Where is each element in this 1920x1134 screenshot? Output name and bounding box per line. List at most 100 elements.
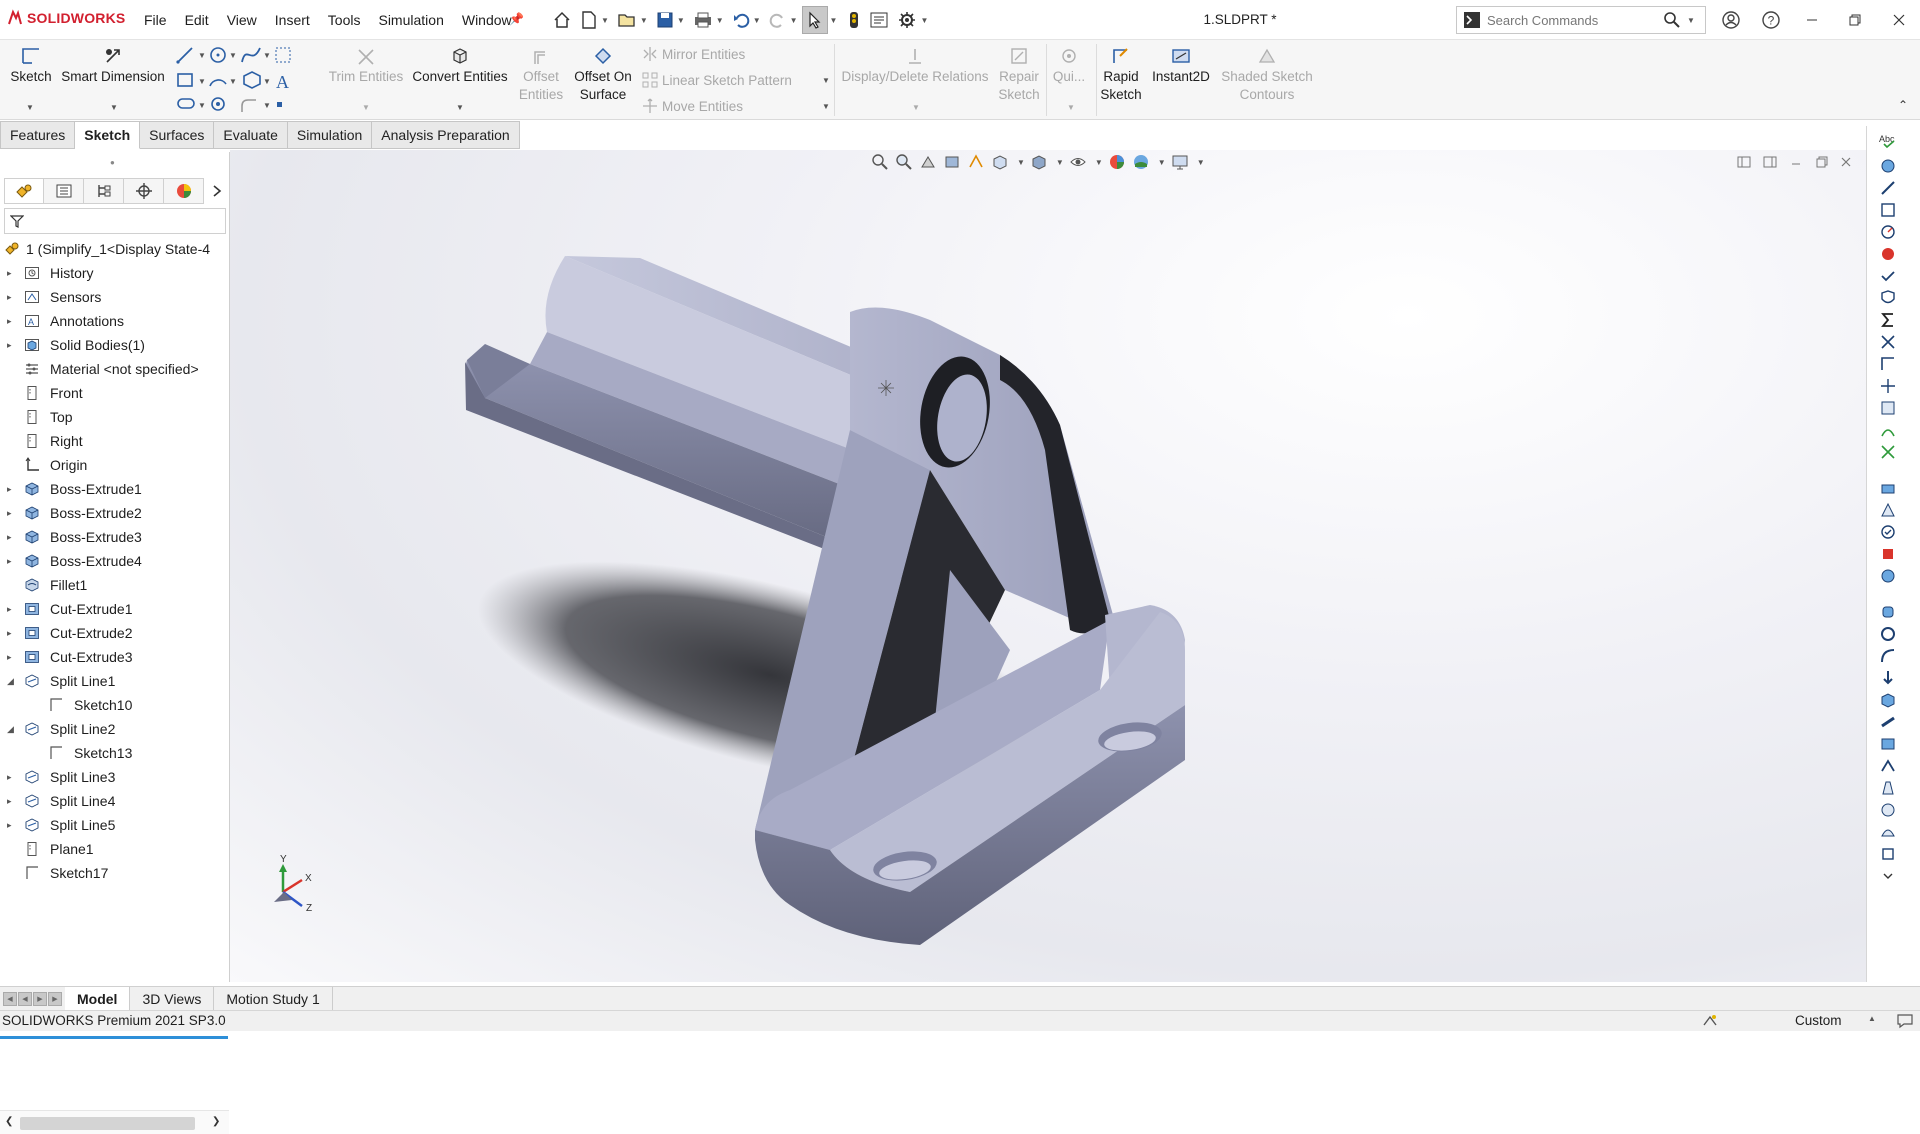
spell-check-icon[interactable]: Abc (1877, 130, 1899, 150)
instant2d-tool[interactable]: Instant2D (1146, 44, 1216, 86)
tree-collapsed-icon[interactable]: ▸ (7, 627, 15, 639)
convert-entities-caret[interactable]: ▼ (456, 103, 464, 112)
quick-snaps-tool[interactable]: Qui... (1050, 44, 1088, 86)
scroll-right-icon[interactable]: ❯ (212, 1116, 220, 1127)
search-commands-input[interactable] (1487, 12, 1663, 28)
tree-horizontal-scrollbar[interactable]: ❮ ❯ (0, 1110, 229, 1134)
tool-mate-icon[interactable] (1877, 332, 1899, 352)
tree-node[interactable]: Sketch10 (0, 693, 229, 717)
rapid-sketch-tool[interactable]: Rapid Sketch (1100, 44, 1142, 104)
tree-node[interactable]: ▸ Boss-Extrude4 (0, 549, 229, 573)
trim-entities-caret[interactable]: ▼ (362, 103, 370, 112)
smart-dimension-caret[interactable]: ▼ (110, 103, 118, 112)
smart-dimension-tool[interactable]: Smart Dimension (58, 44, 168, 86)
tree-collapsed-icon[interactable]: ▸ (7, 315, 15, 327)
tab-simulation[interactable]: Simulation (287, 121, 373, 149)
dimxpert-manager-tab[interactable] (124, 178, 164, 204)
tool-intersect-icon[interactable] (1877, 844, 1899, 864)
offset-entities-tool[interactable]: Offset Entities (516, 44, 566, 104)
tree-collapsed-icon[interactable]: ▸ (7, 267, 15, 279)
tree-collapsed-icon[interactable]: ▸ (7, 555, 15, 567)
select-button[interactable] (801, 6, 828, 34)
tree-node[interactable]: Right (0, 429, 229, 453)
tool-dome-icon[interactable] (1877, 822, 1899, 842)
search-icon[interactable] (1663, 11, 1681, 29)
tree-collapsed-icon[interactable]: ▸ (7, 531, 15, 543)
tool-check-icon[interactable] (1877, 266, 1899, 286)
menu-simulation[interactable]: Simulation (369, 12, 452, 28)
sum-icon[interactable] (1877, 310, 1899, 330)
tree-node[interactable]: Plane1 (0, 837, 229, 861)
task-pane-scroll-down-icon[interactable] (1877, 866, 1899, 886)
tool-verify-icon[interactable] (1877, 522, 1899, 542)
tree-expanded-icon[interactable]: ◢ (7, 723, 15, 735)
tool-color-icon[interactable] (1877, 244, 1899, 264)
convert-entities-tool[interactable]: Convert Entities (410, 44, 510, 86)
save-button[interactable]: ▼ (652, 6, 689, 34)
menu-edit[interactable]: Edit (176, 12, 218, 28)
tab-sketch[interactable]: Sketch (75, 121, 141, 149)
tool-relations-icon[interactable] (1877, 200, 1899, 220)
tree-collapsed-icon[interactable]: ▸ (7, 339, 15, 351)
linear-pattern-caret[interactable]: ▼ (822, 76, 830, 85)
tool-sketch-icon[interactable] (1877, 156, 1899, 176)
undo-button[interactable]: ▼ (728, 6, 765, 34)
menu-view[interactable]: View (218, 12, 266, 28)
tree-node[interactable]: Material <not specified> (0, 357, 229, 381)
new-document-button[interactable]: ▼ (576, 6, 613, 34)
tool-shell-icon[interactable] (1877, 690, 1899, 710)
select-options-caret[interactable]: ▼ (830, 16, 838, 25)
sketch-options-caret[interactable]: ▼ (26, 103, 34, 112)
tab-features[interactable]: Features (0, 121, 76, 149)
tool-sensor-icon[interactable] (1877, 222, 1899, 242)
linear-sketch-pattern-tool[interactable]: Linear Sketch Pattern (642, 72, 792, 88)
relations-caret[interactable]: ▼ (912, 103, 920, 112)
tool-assembly-icon[interactable] (1877, 478, 1899, 498)
tool-red-box-icon[interactable] (1877, 544, 1899, 564)
tree-node[interactable]: Fillet1 (0, 573, 229, 597)
menu-insert[interactable]: Insert (266, 12, 319, 28)
tree-node[interactable]: ▸ Cut-Extrude2 (0, 621, 229, 645)
tool-axis-icon[interactable] (1877, 376, 1899, 396)
tool-draft-icon[interactable] (1877, 778, 1899, 798)
tree-node[interactable]: ▸ Boss-Extrude3 (0, 525, 229, 549)
unit-system-label[interactable]: Custom (1795, 1013, 1842, 1028)
comments-icon[interactable] (1896, 1013, 1914, 1029)
move-entities-caret[interactable]: ▼ (822, 102, 830, 111)
previous-tab-button[interactable]: ◀ (18, 991, 32, 1006)
open-button[interactable]: ▼ (613, 6, 652, 34)
restore-button[interactable] (1840, 6, 1870, 34)
search-commands-box[interactable]: ▼ (1456, 6, 1706, 34)
tree-node[interactable]: ▸ Sensors (0, 285, 229, 309)
tool-measure-icon[interactable] (1877, 354, 1899, 374)
menu-file[interactable]: File (135, 12, 176, 28)
menu-tools[interactable]: Tools (319, 12, 370, 28)
tab-motion-study-1[interactable]: Motion Study 1 (214, 987, 333, 1010)
file-properties-button[interactable] (865, 6, 893, 34)
tool-extrude-icon[interactable] (1877, 668, 1899, 688)
tool-cylinder-icon[interactable] (1877, 602, 1899, 622)
tree-node[interactable]: 1 (Simplify_1<Display State-4 (0, 237, 229, 261)
tool-loft-icon[interactable] (1877, 756, 1899, 776)
property-manager-tab[interactable] (44, 178, 84, 204)
tree-node[interactable]: ▸ Cut-Extrude1 (0, 597, 229, 621)
tree-node[interactable]: ▸ Cut-Extrude3 (0, 645, 229, 669)
options-button[interactable]: ▼ (893, 6, 932, 34)
solidworks-logo[interactable]: SOLIDWORKS (6, 9, 125, 27)
tab-surfaces[interactable]: Surfaces (140, 121, 215, 149)
tree-collapsed-icon[interactable]: ▸ (7, 819, 15, 831)
rollback-bar[interactable] (0, 1036, 228, 1039)
pin-menu-icon[interactable]: 📌 (509, 12, 524, 26)
trim-entities-tool[interactable]: Trim Entities (326, 44, 406, 86)
tree-node[interactable]: Sketch13 (0, 741, 229, 765)
scroll-left-icon[interactable]: ❮ (5, 1116, 13, 1127)
user-account-button[interactable] (1716, 6, 1746, 34)
search-options-caret[interactable]: ▼ (1687, 16, 1695, 25)
quick-snaps-caret[interactable]: ▼ (1067, 103, 1075, 112)
last-tab-button[interactable]: ▶ (48, 991, 62, 1006)
tree-collapsed-icon[interactable]: ▸ (7, 507, 15, 519)
tool-plane-icon[interactable] (1877, 734, 1899, 754)
feature-tree-filter[interactable] (4, 208, 226, 234)
move-entities-tool[interactable]: Move Entities (642, 98, 743, 114)
mirror-entities-tool[interactable]: Mirror Entities (642, 46, 745, 62)
